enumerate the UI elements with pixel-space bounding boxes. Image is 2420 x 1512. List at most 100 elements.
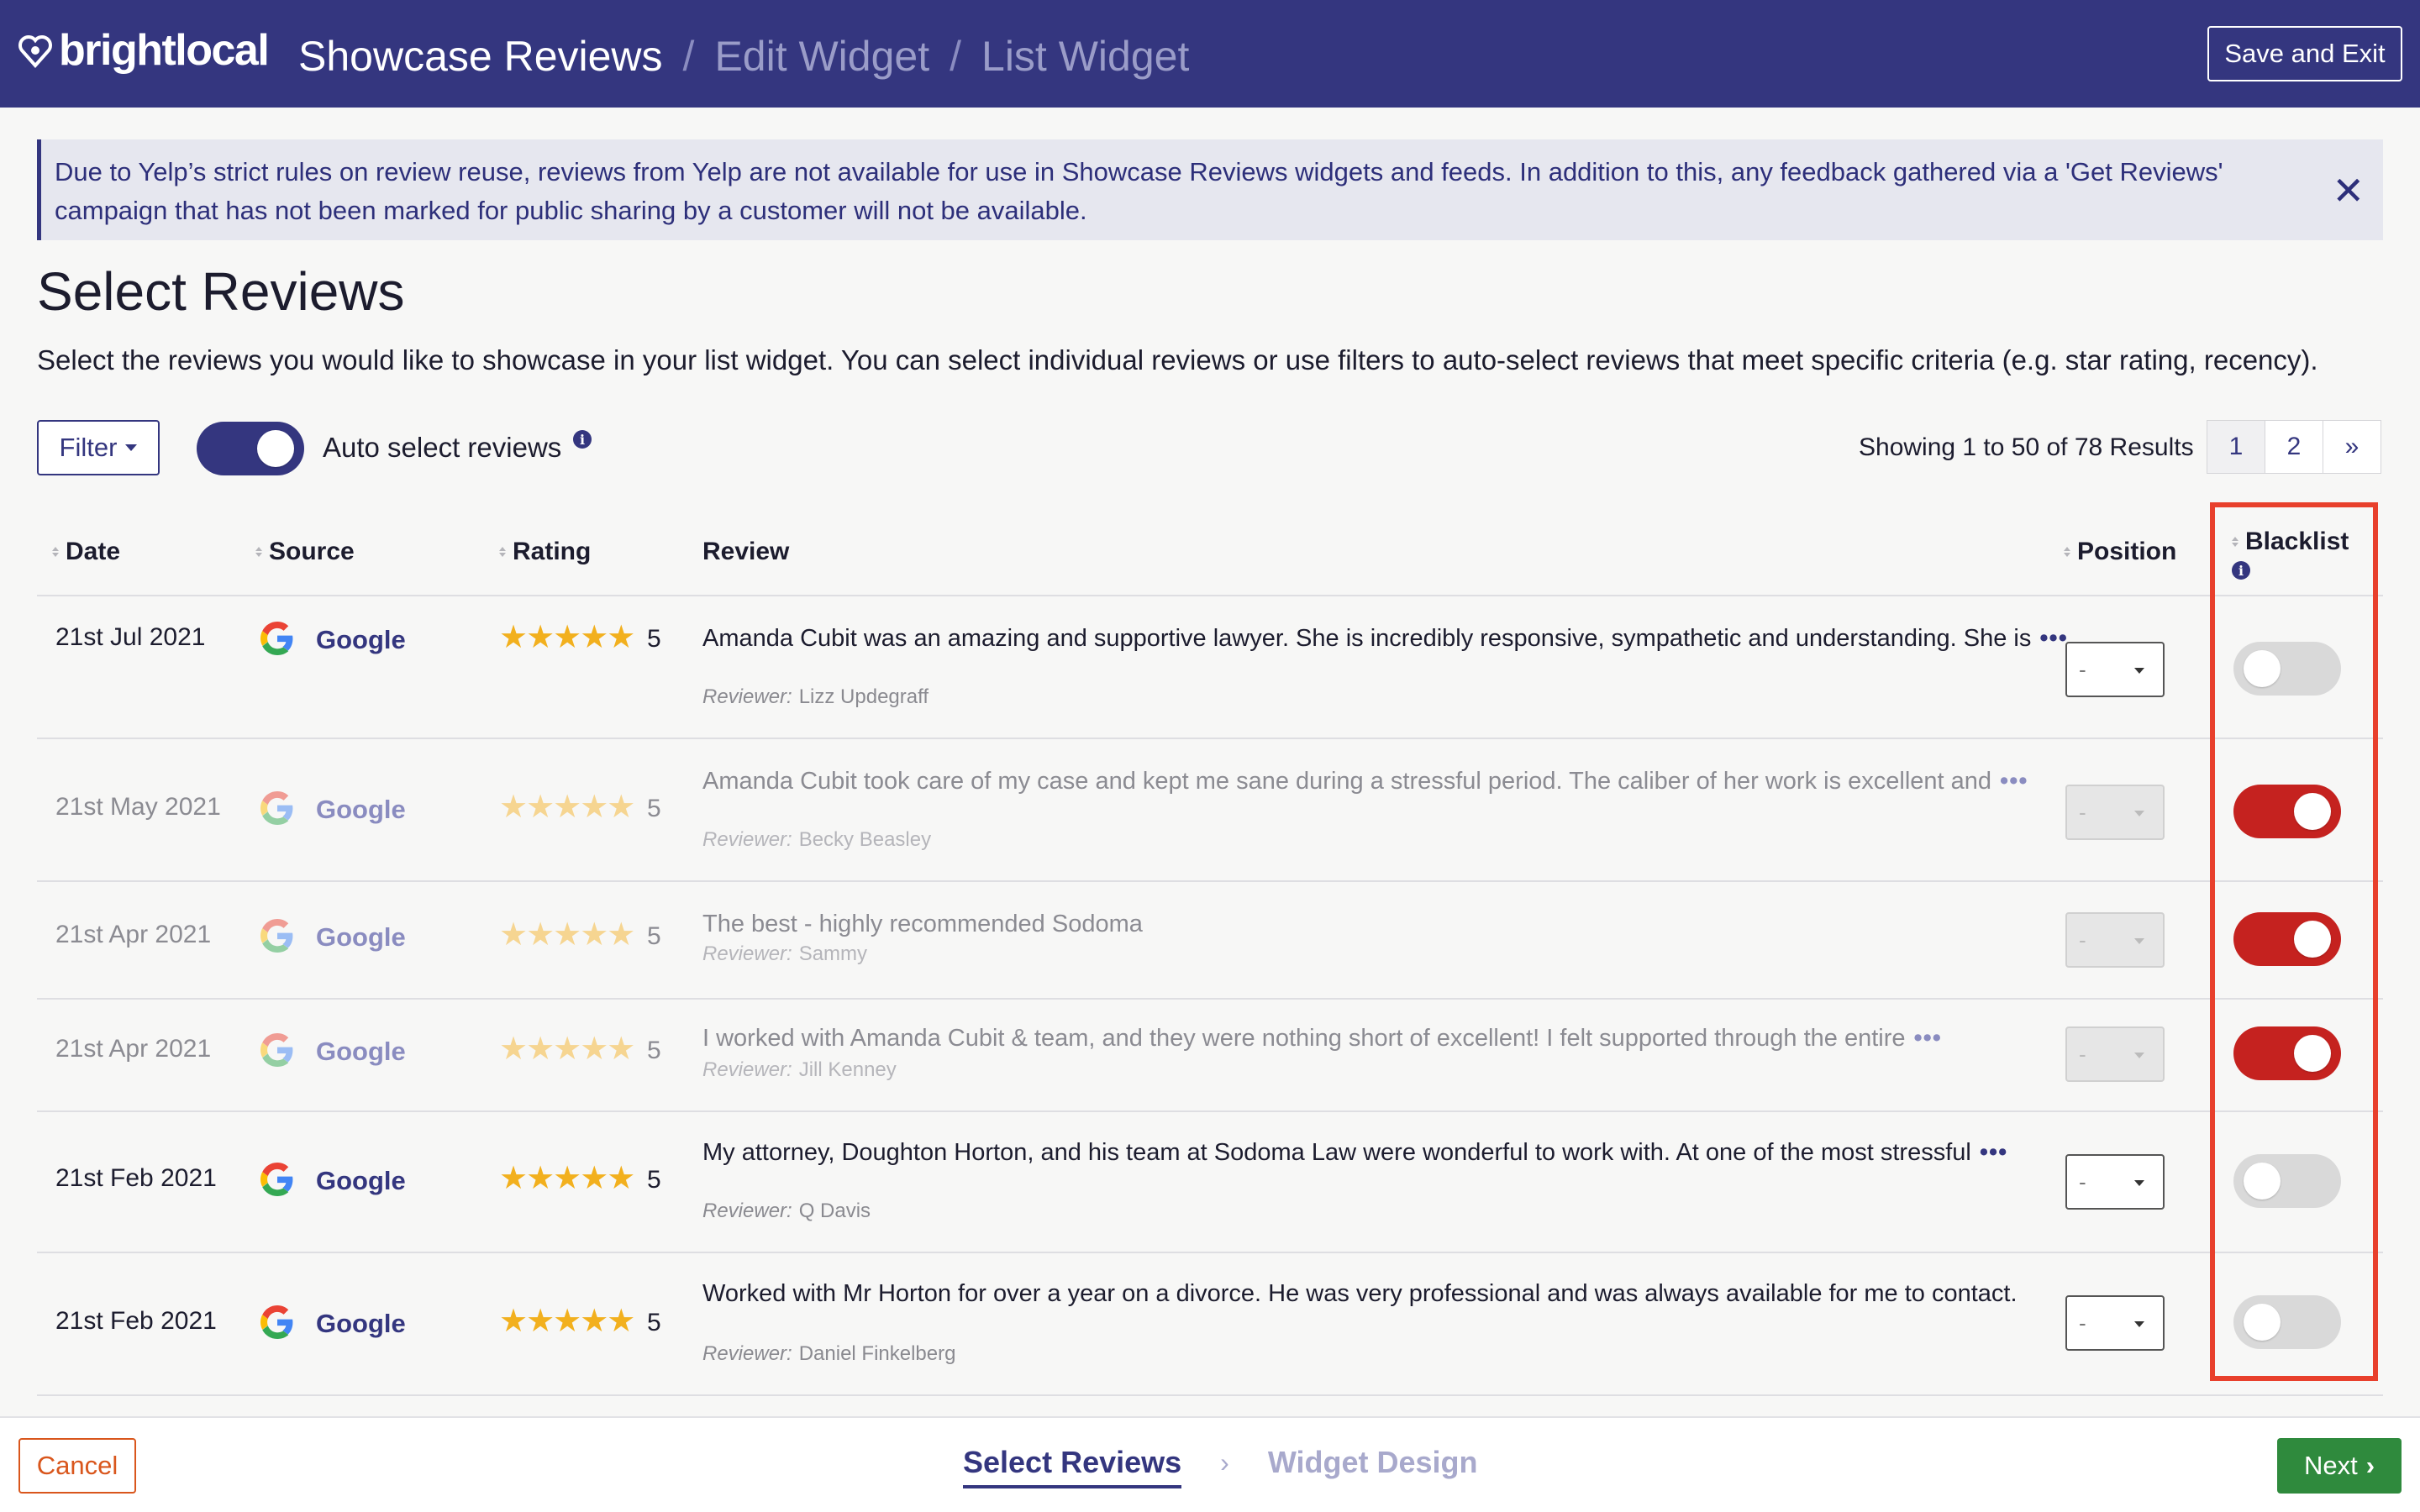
rating-value: 5 (647, 922, 661, 950)
column-header-source[interactable]: Source (255, 538, 355, 566)
toggle-knob (257, 430, 294, 467)
reviewer: Reviewer: Jill Kenney (702, 1058, 897, 1082)
reviewer-label: Reviewer: (702, 1058, 792, 1081)
reviewer-label: Reviewer: (702, 942, 792, 965)
next-button[interactable]: Next › (2277, 1438, 2402, 1494)
review-date: 21st May 2021 (55, 793, 221, 821)
column-header-rating[interactable]: Rating (499, 538, 591, 566)
reviewer: Reviewer: Sammy (702, 942, 867, 966)
caret-down-icon (125, 444, 138, 451)
review-date: 21st Apr 2021 (55, 1035, 212, 1063)
review-body: Amanda Cubit took care of my case and ke… (702, 768, 1992, 795)
caret-down-icon (2134, 668, 2144, 674)
auto-select-toggle[interactable] (197, 422, 304, 475)
breadcrumb-showcase-reviews[interactable]: Showcase Reviews (298, 32, 663, 81)
review-text: My attorney, Doughton Horton, and his te… (702, 1137, 2072, 1168)
filter-button[interactable]: Filter (37, 420, 160, 475)
breadcrumb: Showcase Reviews / Edit Widget / List Wi… (298, 32, 1189, 81)
auto-select-label: Auto select reviews (323, 432, 562, 463)
save-and-exit-button[interactable]: Save and Exit (2207, 26, 2402, 81)
close-icon[interactable]: ✕ (2332, 171, 2365, 210)
step-widget-design[interactable]: Widget Design (1268, 1445, 1478, 1488)
breadcrumb-separator: / (682, 33, 695, 80)
review-body: The best - highly recommended Sodoma (702, 911, 1143, 937)
more-icon[interactable]: ••• (1980, 1139, 2007, 1166)
review-body: I worked with Amanda Cubit & team, and t… (702, 1025, 1906, 1052)
review-source: Google (316, 1309, 406, 1338)
reviewer-name: Jill Kenney (798, 1058, 897, 1081)
review-text: The best - highly recommended Sodoma (702, 909, 2072, 939)
sort-icon (2064, 547, 2070, 557)
alert-text: Due to Yelp’s strict rules on review reu… (55, 157, 2223, 225)
breadcrumb-list-widget: List Widget (981, 33, 1190, 80)
star-rating-icon: ★★★★★ (499, 1304, 635, 1339)
page-1-button[interactable]: 1 (2207, 420, 2265, 474)
more-icon[interactable]: ••• (2000, 768, 2028, 795)
star-rating-icon: ★★★★★ (499, 917, 635, 953)
review-body: My attorney, Doughton Horton, and his te… (702, 1139, 1971, 1166)
position-select[interactable]: - (2065, 1154, 2165, 1210)
cancel-button[interactable]: Cancel (18, 1438, 136, 1494)
reviewer-name: Lizz Updegraff (798, 685, 929, 708)
blacklist-highlight-box (2210, 502, 2378, 1381)
review-body: Amanda Cubit was an amazing and supporti… (702, 625, 2032, 652)
yelp-info-alert: Due to Yelp’s strict rules on review reu… (37, 139, 2383, 240)
google-icon (260, 1033, 294, 1067)
page-2-button[interactable]: 2 (2265, 420, 2323, 474)
star-rating-icon: ★★★★★ (499, 620, 635, 655)
table-divider (37, 738, 2383, 739)
caret-down-icon (2134, 1321, 2144, 1327)
reviewer-label: Reviewer: (702, 1342, 792, 1365)
reviewer: Reviewer: Daniel Finkelberg (702, 1342, 955, 1366)
position-value: - (2079, 1041, 2086, 1067)
reviewer-name: Daniel Finkelberg (798, 1342, 956, 1365)
next-label: Next (2303, 1451, 2358, 1480)
reviewer: Reviewer: Lizz Updegraff (702, 685, 929, 709)
column-header-review: Review (702, 538, 789, 566)
next-page-button[interactable]: » (2323, 420, 2381, 474)
review-text: Amanda Cubit was an amazing and supporti… (702, 623, 2072, 654)
reviewer-label: Reviewer: (702, 1200, 792, 1222)
review-source: Google (316, 1037, 406, 1066)
reviewer-label: Reviewer: (702, 828, 792, 851)
logo-heart-icon (18, 35, 52, 69)
review-date: 21st Feb 2021 (55, 1164, 217, 1192)
table-divider (37, 998, 2383, 1000)
position-value: - (2079, 1168, 2086, 1194)
table-divider (37, 1110, 2383, 1112)
review-source: Google (316, 625, 406, 654)
more-icon[interactable]: ••• (1914, 1025, 1942, 1052)
google-icon (260, 919, 294, 953)
position-value: - (2079, 1310, 2086, 1336)
column-header-date[interactable]: Date (52, 538, 120, 566)
info-icon[interactable]: i (573, 430, 592, 449)
table-divider (37, 1394, 2383, 1396)
column-header-position[interactable]: Position (2064, 538, 2176, 566)
position-select[interactable]: - (2065, 642, 2165, 697)
reviewer-name: Q Davis (798, 1200, 871, 1222)
pagination: 1 2 » (2207, 420, 2381, 474)
review-text: Worked with Mr Horton for over a year on… (702, 1278, 2072, 1309)
logo-text: brightlocal (59, 26, 270, 75)
position-value: - (2079, 656, 2086, 682)
google-icon (260, 1163, 294, 1196)
breadcrumb-edit-widget[interactable]: Edit Widget (714, 32, 929, 81)
position-select[interactable]: - (2065, 1295, 2165, 1351)
reviewer-name: Becky Beasley (798, 828, 932, 851)
rating-value: 5 (647, 1309, 661, 1336)
position-select: - (2065, 785, 2165, 840)
caret-down-icon (2134, 811, 2144, 816)
caret-down-icon (2134, 938, 2144, 944)
star-rating-icon: ★★★★★ (499, 1032, 635, 1067)
filter-label: Filter (59, 433, 118, 462)
more-icon[interactable]: ••• (2039, 625, 2067, 652)
google-icon (260, 622, 294, 655)
position-select: - (2065, 1026, 2165, 1082)
brightlocal-logo[interactable]: brightlocal (17, 25, 270, 76)
review-source: Google (316, 922, 406, 952)
caret-down-icon (2134, 1053, 2144, 1058)
chevron-right-icon: › (2365, 1451, 2375, 1480)
star-rating-icon: ★★★★★ (499, 790, 635, 825)
column-header-review-label: Review (702, 538, 790, 565)
step-select-reviews[interactable]: Select Reviews (963, 1445, 1182, 1488)
